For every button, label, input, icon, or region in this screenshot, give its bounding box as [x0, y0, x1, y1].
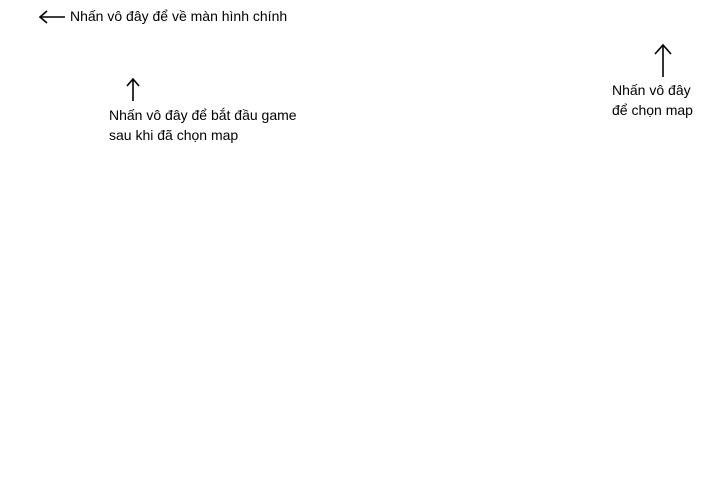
arrow-up-icon	[126, 77, 140, 101]
start-hint-line1: Nhấn vô đây để bắt đầu game	[109, 107, 297, 123]
home-hint-text: Nhấn vô đây để về màn hình chính	[70, 8, 288, 24]
arrow-up-icon	[654, 43, 672, 77]
map-hint-line1: Nhấn vô đây	[612, 82, 691, 98]
arrow-left-icon	[38, 10, 65, 24]
start-hint-line2: sau khi đã chọn map	[109, 127, 239, 143]
map-hint-line2: để chọn map	[612, 102, 693, 118]
